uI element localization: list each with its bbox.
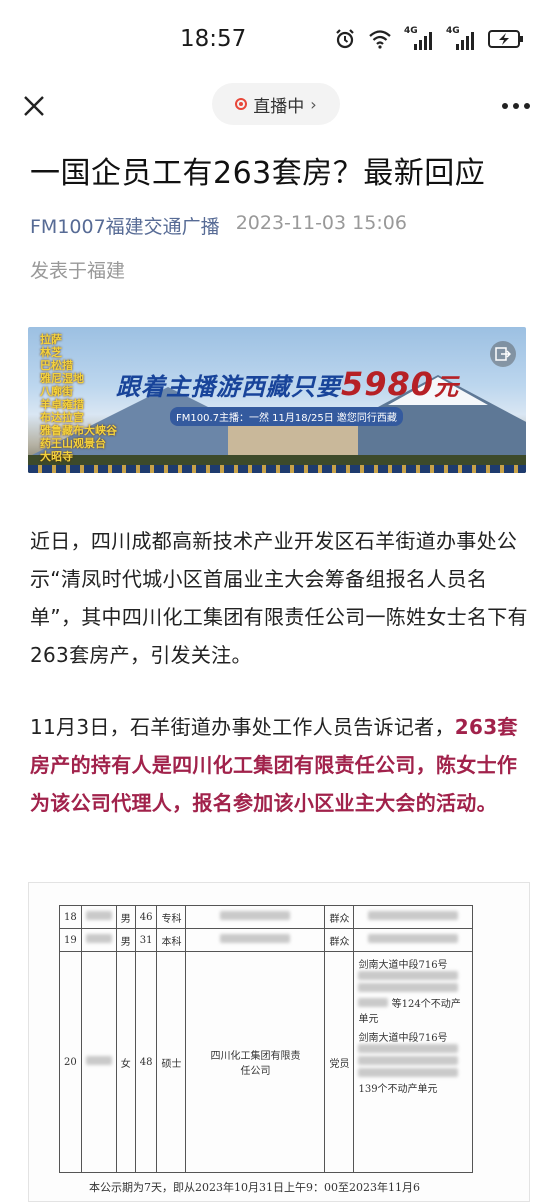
- table-cell: [185, 905, 326, 929]
- banner-place-item: 雅尼湿地: [40, 372, 84, 385]
- article-meta: FM1007福建交通广播 2023-11-03 15:06: [30, 212, 407, 239]
- close-icon: [24, 96, 44, 116]
- article-location: 发表于福建: [30, 260, 126, 282]
- share-icon: [495, 347, 511, 361]
- article-paragraph: 11月3日，石羊街道办事处工作人员告诉记者，263套房产的持有人是四川化工集团有…: [30, 708, 530, 822]
- tibet-travel-banner[interactable]: 拉萨 林芝 巴松措 雅尼湿地 八廓街 羊卓雍措 布达拉宫 雅鲁藏布大峡谷 药王山…: [28, 327, 526, 473]
- banner-place-item: 药王山观景台: [40, 437, 106, 450]
- document-table: 18 男 46 专科 群众 19 男 31 本科 群众 20 女 48 硕士 四…: [59, 905, 474, 1173]
- live-button[interactable]: 直播中 ›: [212, 83, 340, 125]
- article-source-link[interactable]: FM1007福建交通广播: [30, 212, 220, 239]
- banner-place-item: 八廓街: [40, 385, 73, 398]
- signal-4g-icon: 4G: [404, 26, 434, 52]
- company-name: 四川化工集团有限责任公司: [210, 1051, 301, 1077]
- status-icons: 4G 4G: [334, 26, 524, 54]
- paragraph-text: 11月3日，石羊街道办事处工作人员告诉记者，: [30, 715, 455, 739]
- table-cell: 46: [134, 905, 158, 929]
- table-cell: 20: [59, 951, 82, 1173]
- table-cell: [80, 928, 117, 952]
- banner-place-item: 布达拉宫: [40, 411, 84, 424]
- banner-subline: FM100.7主播：一然 11月18/25日 邀您同行西藏: [170, 407, 403, 426]
- nav-bar: 直播中 ›: [0, 78, 554, 134]
- status-time: 18:57: [180, 26, 247, 52]
- table-cell: 党员: [324, 951, 355, 1173]
- table-cell: 本科: [156, 928, 187, 952]
- banner-place-list: 拉萨 林芝 巴松措 雅尼湿地 八廓街 羊卓雍措 布达拉宫 雅鲁藏布大峡谷 药王山…: [40, 333, 117, 463]
- table-cell: [353, 905, 474, 929]
- property-count: 139个不动产单元: [358, 1084, 438, 1095]
- live-indicator-icon: [235, 98, 248, 110]
- live-label: 直播中: [253, 96, 305, 117]
- wifi-icon: [368, 29, 392, 53]
- table-cell: [353, 928, 474, 952]
- table-row: 19 男 31 本科 群众: [59, 928, 474, 952]
- table-cell: 专科: [156, 905, 187, 929]
- article-date: 2023-11-03 15:06: [235, 212, 407, 234]
- status-bar: 18:57 4G 4G: [0, 0, 554, 78]
- alarm-icon: [334, 28, 356, 54]
- property-address: 剑南大道中段716号: [358, 960, 448, 971]
- more-icon: [502, 103, 530, 109]
- banner-headline-text: 跟着主播游西藏只要: [116, 373, 341, 401]
- banner-unit: 元: [434, 373, 460, 401]
- chevron-right-icon: ›: [310, 94, 317, 114]
- article-paragraph: 近日，四川成都高新技术产业开发区石羊街道办事处公示“清凤时代城小区首届业主大会筹…: [30, 529, 528, 667]
- close-button[interactable]: [14, 86, 54, 126]
- table-cell: 四川化工集团有限责任公司: [185, 951, 326, 1173]
- signal-4g-icon: 4G: [446, 26, 476, 52]
- table-row: 20 女 48 硕士 四川化工集团有限责任公司 党员 剑南大道中段716号 等1…: [59, 951, 474, 1173]
- table-cell: 18: [59, 905, 82, 929]
- document-photo[interactable]: 18 男 46 专科 群众 19 男 31 本科 群众 20 女 48 硕士 四…: [28, 882, 530, 1202]
- banner-place-item: 雅鲁藏布大峡谷: [40, 424, 117, 437]
- more-button[interactable]: [496, 86, 536, 126]
- article-title: 一国企员工有263套房？最新回应: [30, 156, 486, 191]
- table-cell: 女: [115, 951, 136, 1173]
- banner-place-item: 拉萨: [40, 333, 62, 346]
- table-cell: 硕士: [156, 951, 187, 1173]
- banner-place-item: 林芝: [40, 346, 62, 359]
- table-cell: 48: [134, 951, 158, 1173]
- table-cell: [80, 951, 117, 1173]
- table-cell: 群众: [324, 905, 355, 929]
- table-cell: 男: [115, 905, 136, 929]
- table-cell: 19: [59, 928, 82, 952]
- banner-share-button[interactable]: [490, 341, 516, 367]
- banner-headline: 跟着主播游西藏只要5980元: [116, 365, 459, 403]
- banner-palace: [228, 423, 358, 459]
- banner-ornament: [28, 465, 526, 473]
- battery-charging-icon: [488, 29, 524, 53]
- table-cell: 剑南大道中段716号 等124个不动产单元 剑南大道中段716号 139个不动产…: [353, 951, 474, 1173]
- table-cell: 31: [134, 928, 158, 952]
- table-cell: [185, 928, 326, 952]
- document-footer: 本公示期为7天，即从2023年10月31日上午9：00至2023年11月6: [89, 1181, 420, 1194]
- table-cell: 男: [115, 928, 136, 952]
- table-row: 18 男 46 专科 群众: [59, 905, 474, 929]
- banner-place-item: 巴松措: [40, 359, 73, 372]
- table-cell: [80, 905, 117, 929]
- banner-price: 5980: [341, 365, 435, 403]
- property-address: 剑南大道中段716号: [358, 1033, 448, 1044]
- table-cell: 群众: [324, 928, 355, 952]
- banner-place-item: 羊卓雍措: [40, 398, 84, 411]
- banner-place-item: 大昭寺: [40, 450, 73, 463]
